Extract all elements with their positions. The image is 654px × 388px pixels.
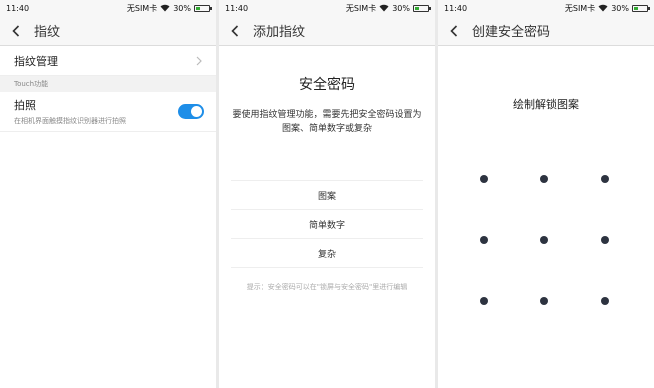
status-bar: 11:40 无SIM卡 30%: [219, 0, 435, 16]
wifi-icon: [379, 4, 389, 12]
carrier-label: 无SIM卡: [126, 3, 158, 13]
fingerprint-management-item[interactable]: 指纹管理: [0, 46, 216, 76]
chevron-right-icon: [196, 56, 202, 65]
nav-bar: 添加指纹: [219, 16, 435, 46]
battery-percent: 30%: [611, 3, 629, 13]
wifi-icon: [598, 4, 608, 12]
option-simple-digits[interactable]: 简单数字: [231, 210, 423, 239]
battery-percent: 30%: [173, 3, 191, 13]
status-time: 11:40: [444, 3, 468, 13]
option-pattern[interactable]: 图案: [231, 181, 423, 210]
pattern-dot[interactable]: [540, 175, 548, 183]
pattern-dot[interactable]: [540, 297, 548, 305]
pattern-dot[interactable]: [480, 175, 488, 183]
back-arrow-icon[interactable]: [8, 23, 24, 39]
nav-bar: 创建安全密码: [438, 16, 654, 46]
hint-text: 提示：安全密码可以在"锁屏与安全密码"里进行编辑: [246, 283, 408, 291]
battery-icon: [632, 4, 650, 12]
wifi-icon: [160, 4, 170, 12]
pattern-dot[interactable]: [480, 297, 488, 305]
security-password-description: 要使用指纹管理功能，需要先把安全密码设置为图案、简单数字或复杂: [232, 110, 422, 134]
security-password-heading: 安全密码: [299, 77, 355, 93]
status-bar: 11:40 无SIM卡 30%: [0, 0, 216, 16]
photo-toggle-switch[interactable]: [178, 104, 204, 119]
status-bar: 11:40 无SIM卡 30%: [438, 0, 654, 16]
pattern-dot[interactable]: [480, 236, 488, 244]
pattern-grid[interactable]: [438, 112, 654, 312]
fingerprint-screen: 11:40 无SIM卡 30% 指纹 指纹管理 Touch功能 拍照 在相机界面…: [0, 0, 216, 388]
toggle-item-description: 在相机界面触摸指纹识别器进行拍照: [14, 117, 126, 125]
page-title: 指纹: [34, 25, 61, 40]
battery-icon: [194, 4, 212, 12]
status-time: 11:40: [6, 3, 30, 13]
section-header: Touch功能: [0, 76, 216, 92]
pattern-dot[interactable]: [601, 175, 609, 183]
page-title: 创建安全密码: [472, 25, 551, 40]
battery-icon: [413, 4, 431, 12]
battery-percent: 30%: [392, 3, 410, 13]
pattern-dot[interactable]: [601, 297, 609, 305]
option-complex[interactable]: 复杂: [231, 239, 423, 268]
create-password-screen: 11:40 无SIM卡 30% 创建安全密码 绘制解锁图案: [438, 0, 654, 388]
photo-toggle-item[interactable]: 拍照 在相机界面触摸指纹识别器进行拍照: [0, 92, 216, 132]
carrier-label: 无SIM卡: [564, 3, 596, 13]
carrier-label: 无SIM卡: [345, 3, 377, 13]
status-time: 11:40: [225, 3, 249, 13]
draw-pattern-instruction: 绘制解锁图案: [513, 98, 579, 111]
back-arrow-icon[interactable]: [227, 23, 243, 39]
page-title: 添加指纹: [253, 25, 306, 40]
password-type-list: 图案 简单数字 复杂: [231, 180, 423, 268]
back-arrow-icon[interactable]: [446, 23, 462, 39]
nav-bar: 指纹: [0, 16, 216, 46]
pattern-dot[interactable]: [540, 236, 548, 244]
menu-item-label: 指纹管理: [14, 54, 58, 68]
pattern-dot[interactable]: [601, 236, 609, 244]
toggle-item-label: 拍照: [14, 99, 36, 112]
add-fingerprint-screen: 11:40 无SIM卡 30% 添加指纹 安全密码 要使用指纹管理功能，需要先把…: [219, 0, 435, 388]
